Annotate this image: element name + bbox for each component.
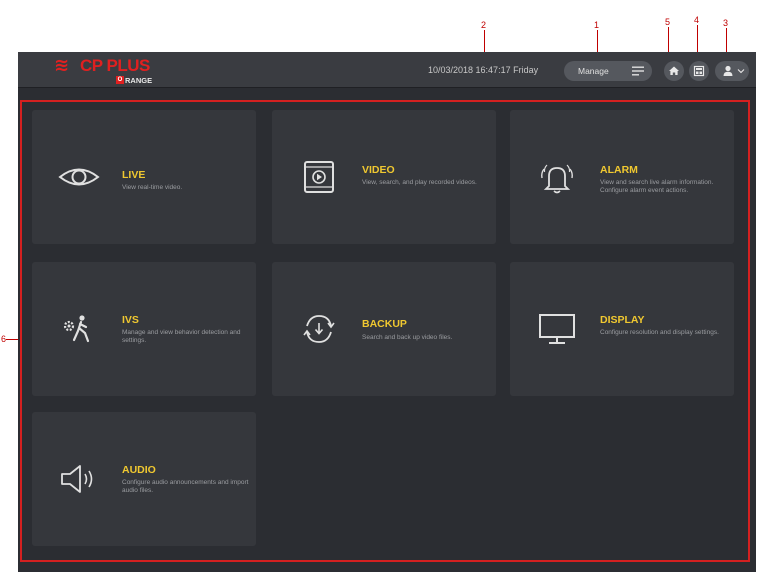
callout-4: 4 bbox=[694, 15, 700, 25]
tile-title-ivs: IVS bbox=[122, 314, 139, 326]
ivs-person-icon bbox=[63, 315, 90, 343]
callout-line-2 bbox=[484, 30, 485, 52]
chevron-down-icon bbox=[737, 69, 745, 74]
callout-5: 5 bbox=[665, 17, 671, 27]
eye-icon bbox=[58, 168, 100, 186]
tile-desc-video: View, search, and play recorded videos. bbox=[362, 179, 477, 186]
logo-brand: CP PLUS bbox=[80, 56, 150, 75]
callout-2: 2 bbox=[481, 20, 487, 30]
home-icon bbox=[669, 66, 679, 75]
menu-tile-ivs[interactable]: IVS Manage and view behavior detection a… bbox=[32, 262, 256, 396]
logo: ≋ CP PLUS O RANGE bbox=[54, 55, 184, 87]
tile-desc-display: Configure resolution and display setting… bbox=[600, 329, 719, 336]
tile-desc-alarm: View and search live alarm information. … bbox=[600, 179, 714, 194]
logo-sub-letter: O bbox=[116, 76, 124, 84]
system-datetime: 10/03/2018 16:47:17 Friday bbox=[428, 65, 539, 75]
main-menu-area: LIVE View real-time video. VIDEO View, s… bbox=[20, 100, 750, 562]
speaker-icon bbox=[61, 465, 93, 493]
menu-tile-video[interactable]: VIDEO View, search, and play recorded vi… bbox=[272, 110, 496, 244]
tile-title-live: LIVE bbox=[122, 169, 146, 181]
tile-title-backup: BACKUP bbox=[362, 318, 407, 330]
video-play-icon bbox=[304, 161, 334, 193]
logo-sub-rest: RANGE bbox=[125, 76, 153, 85]
main-window: ≋ CP PLUS O RANGE 10/03/2018 16:47:17 Fri… bbox=[18, 52, 756, 572]
manage-label: Manage bbox=[578, 66, 609, 76]
list-icon bbox=[632, 66, 644, 76]
logo-sub: O RANGE bbox=[116, 76, 152, 85]
tile-desc-backup: Search and back up video files. bbox=[362, 334, 453, 341]
logo-mark: ≋ bbox=[54, 55, 69, 76]
menu-tile-display[interactable]: DISPLAY Configure resolution and display… bbox=[510, 262, 734, 396]
tile-desc-audio: Configure audio announcements and import… bbox=[122, 479, 249, 494]
tile-title-video: VIDEO bbox=[362, 164, 395, 176]
layout-icon bbox=[693, 65, 705, 77]
tile-title-alarm: ALARM bbox=[600, 164, 638, 176]
menu-tile-alarm[interactable]: ALARM View and search live alarm informa… bbox=[510, 110, 734, 244]
screen: 2 1 5 4 3 6 ≋ CP PLUS O RANGE 10/03/2018 … bbox=[0, 0, 764, 580]
menu-tile-backup[interactable]: BACKUP Search and back up video files. bbox=[272, 262, 496, 396]
callout-1: 1 bbox=[594, 20, 600, 30]
layout-button[interactable] bbox=[689, 61, 709, 81]
tile-title-audio: AUDIO bbox=[122, 464, 156, 476]
user-icon bbox=[723, 65, 733, 76]
backup-icon bbox=[303, 315, 335, 343]
tile-desc-ivs: Manage and view behavior detection and s… bbox=[122, 329, 241, 344]
menu-tile-audio[interactable]: AUDIO Configure audio announcements and … bbox=[32, 412, 256, 546]
callout-3: 3 bbox=[723, 18, 729, 28]
tile-desc-live: View real-time video. bbox=[122, 184, 183, 191]
tile-title-display: DISPLAY bbox=[600, 314, 645, 326]
bell-icon bbox=[541, 164, 573, 194]
home-button[interactable] bbox=[664, 61, 684, 81]
top-bar: ≋ CP PLUS O RANGE 10/03/2018 16:47:17 Fri… bbox=[18, 52, 756, 88]
user-menu-button[interactable] bbox=[715, 61, 749, 81]
menu-tile-live[interactable]: LIVE View real-time video. bbox=[32, 110, 256, 244]
monitor-icon bbox=[539, 314, 575, 344]
manage-button[interactable]: Manage bbox=[564, 61, 652, 81]
